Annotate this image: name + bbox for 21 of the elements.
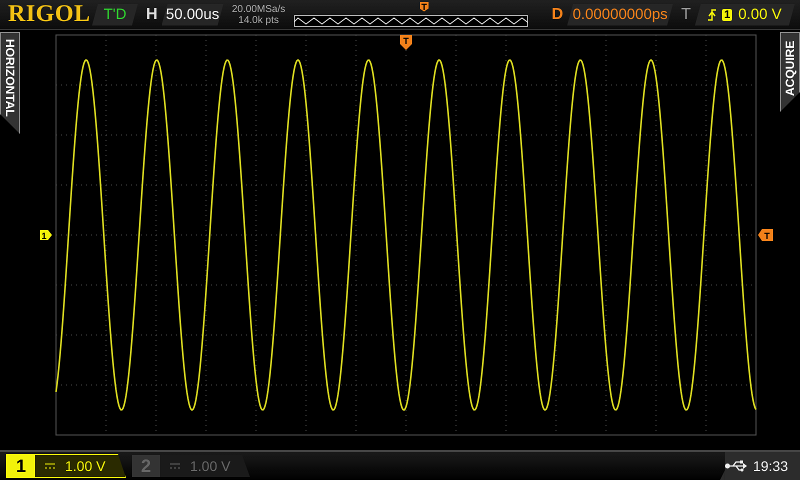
channel-tab[interactable]: 1 1.00 V [6,454,126,478]
horizontal-tab[interactable]: HORIZONTAL [0,32,20,134]
delay-field[interactable]: 0.00000000ps [567,4,674,26]
clock-time: 19:33 [752,458,788,474]
trigger-position-marker: T [420,2,429,12]
horizontal-label: H [146,6,158,24]
trigger-label: T [681,6,691,24]
rising-edge-icon [708,8,716,20]
usb-icon [724,460,747,472]
dc-coupling-icon [45,463,55,469]
memory-depth: 14.0k pts [237,14,280,26]
trigger-level-marker[interactable]: T [758,229,773,241]
acquire-tab[interactable]: ACQUIRE [780,32,800,112]
dc-coupling-icon [170,463,180,469]
trigger-position-marker[interactable]: T [400,35,412,50]
timebase-field[interactable]: 50.00us [162,4,224,26]
sample-rate: 20.00MSa/s [232,4,286,14]
delay-label: D [552,6,564,24]
channel-ground-marker[interactable]: 1 [40,230,52,241]
trigger-field[interactable]: 1 0.00 V [694,4,795,26]
run-status[interactable]: T'D [92,4,138,26]
